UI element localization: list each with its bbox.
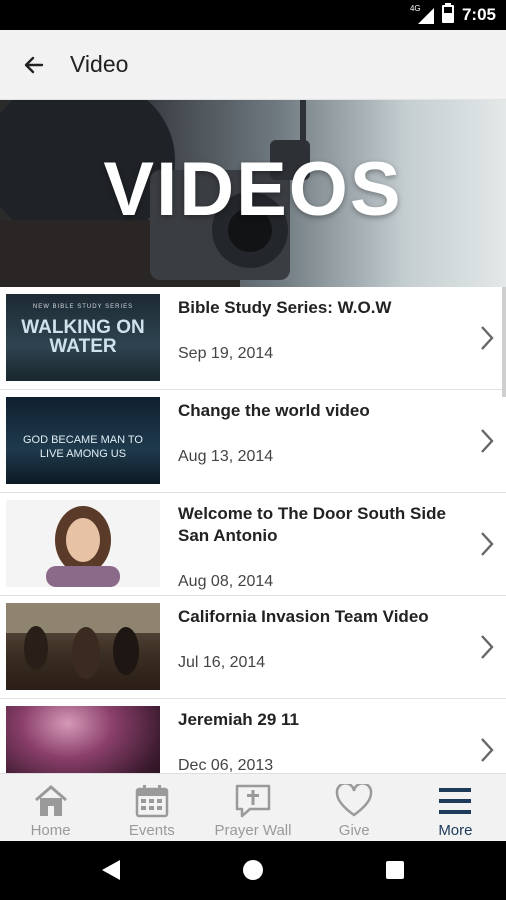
thumbnail-caption: WALKING ON WATER xyxy=(21,317,145,357)
signal-icon: 4G xyxy=(409,4,434,24)
nav-label: Prayer Wall xyxy=(214,822,292,839)
chevron-right-icon xyxy=(481,738,494,762)
nav-home[interactable]: Home xyxy=(0,774,101,841)
menu-icon xyxy=(435,782,475,820)
video-thumbnail xyxy=(6,603,160,690)
nav-more[interactable]: More xyxy=(405,774,506,841)
hero-banner: VIDEOS xyxy=(0,100,506,287)
app-bar: Video xyxy=(0,30,506,100)
page-title: Video xyxy=(70,51,129,77)
video-date: Aug 13, 2014 xyxy=(178,448,274,465)
network-type: 4G xyxy=(409,4,421,13)
system-navigation-bar xyxy=(0,841,506,900)
chevron-right-icon xyxy=(481,635,494,659)
video-row[interactable]: California Invasion Team Video Jul 16, 2… xyxy=(0,596,506,699)
video-row[interactable]: GOD BECAME MAN TO LIVE AMONG US Change t… xyxy=(0,390,506,493)
nav-events[interactable]: Events xyxy=(101,774,202,841)
back-button[interactable] xyxy=(16,47,52,83)
nav-give[interactable]: Give xyxy=(304,774,405,841)
video-date: Aug 08, 2014 xyxy=(178,573,274,590)
video-thumbnail: GOD BECAME MAN TO LIVE AMONG US xyxy=(6,397,160,484)
calendar-icon xyxy=(132,782,172,820)
system-home-button[interactable] xyxy=(238,855,268,885)
chevron-right-icon xyxy=(481,532,494,556)
chevron-right-icon xyxy=(481,429,494,453)
system-back-button[interactable] xyxy=(96,855,126,885)
video-date: Dec 06, 2013 xyxy=(178,757,274,773)
video-title: Welcome to The Door South Side San Anton… xyxy=(178,504,446,545)
home-icon xyxy=(31,782,71,820)
system-recents-button[interactable] xyxy=(380,855,410,885)
video-date: Sep 19, 2014 xyxy=(178,345,274,362)
heart-icon xyxy=(334,782,374,820)
bottom-navigation: Home Events Prayer Wall Give More xyxy=(0,773,506,841)
thumbnail-caption: GOD BECAME MAN TO LIVE AMONG US xyxy=(22,434,143,460)
nav-label: Home xyxy=(30,822,71,839)
battery-icon xyxy=(441,2,454,28)
nav-label: Give xyxy=(338,822,370,839)
video-title: Bible Study Series: W.O.W xyxy=(178,298,392,317)
status-time: 7:05 xyxy=(461,5,496,24)
video-title: California Invasion Team Video xyxy=(178,607,429,626)
thumbnail-subtitle: NEW BIBLE STUDY SERIES xyxy=(32,304,134,310)
thumbnail-image xyxy=(46,506,120,587)
video-row[interactable]: Welcome to The Door South Side San Anton… xyxy=(0,493,506,596)
arrow-left-icon xyxy=(24,56,44,74)
status-bar: 4G 7:05 xyxy=(0,0,506,30)
square-recents-icon xyxy=(386,861,404,879)
video-title: Change the world video xyxy=(178,401,370,420)
chevron-right-icon xyxy=(481,326,494,350)
video-thumbnail xyxy=(6,500,160,587)
status-icons: 4G 7:05 xyxy=(409,2,496,28)
video-row[interactable]: Jeremiah 29 11 Dec 06, 2013 xyxy=(0,699,506,773)
triangle-back-icon xyxy=(102,860,120,880)
video-thumbnail xyxy=(6,706,160,773)
video-thumbnail: NEW BIBLE STUDY SERIES WALKING ON WATER xyxy=(6,294,160,381)
video-date: Jul 16, 2014 xyxy=(178,654,266,671)
hero-title: VIDEOS xyxy=(103,147,403,232)
nav-label: More xyxy=(438,822,473,839)
circle-home-icon xyxy=(243,860,263,880)
thumbnail-image xyxy=(6,603,160,679)
video-title: Jeremiah 29 11 xyxy=(178,710,299,729)
video-row[interactable]: NEW BIBLE STUDY SERIES WALKING ON WATER … xyxy=(0,287,506,390)
nav-prayer-wall[interactable]: Prayer Wall xyxy=(202,774,303,841)
video-list: NEW BIBLE STUDY SERIES WALKING ON WATER … xyxy=(0,287,506,773)
nav-label: Events xyxy=(128,822,175,839)
scrollbar[interactable] xyxy=(502,287,506,397)
prayer-wall-icon xyxy=(233,782,273,820)
